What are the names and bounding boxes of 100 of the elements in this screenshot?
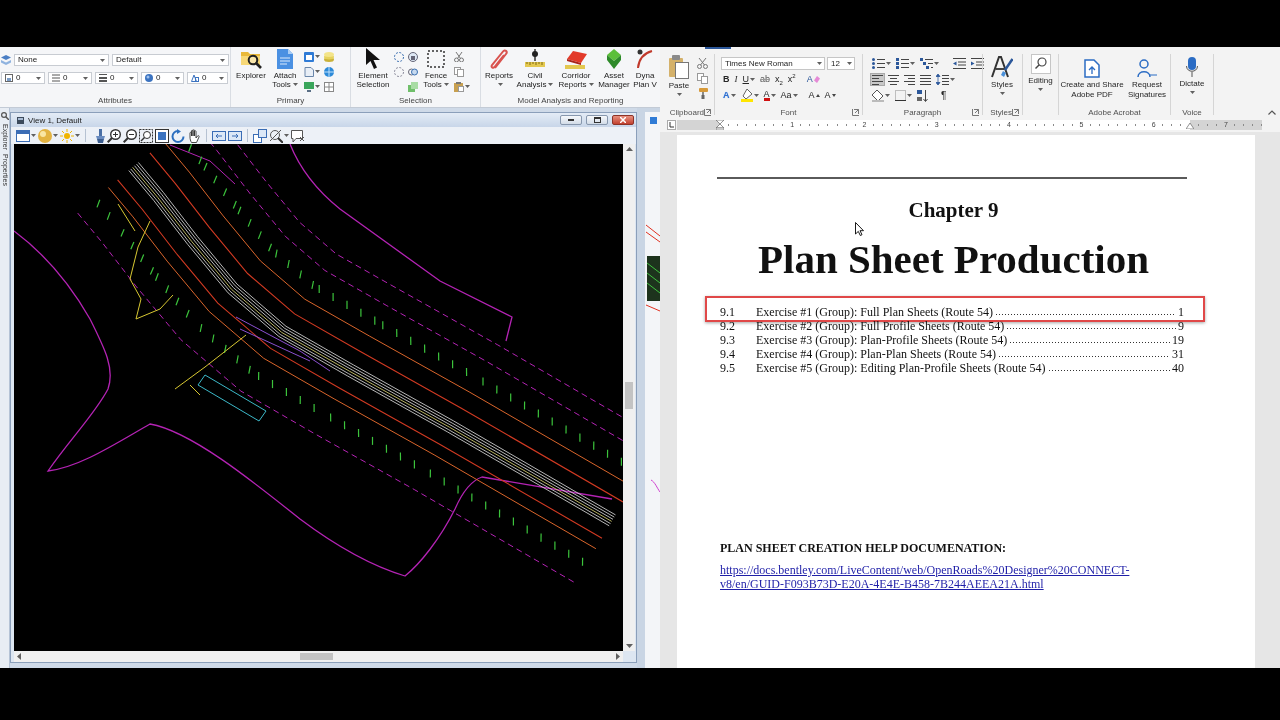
- highlight-button[interactable]: [738, 89, 761, 102]
- dropdown-field[interactable]: 0: [48, 72, 92, 84]
- indent-marker-icon[interactable]: [716, 120, 724, 130]
- dropdown-field[interactable]: 0: [1, 72, 45, 84]
- arrow-up-icon[interactable]: [625, 147, 633, 151]
- dashed-circle-icon: [394, 66, 404, 77]
- show-marks-button[interactable]: ¶: [939, 89, 949, 102]
- shading-button[interactable]: [870, 89, 892, 102]
- editing-button[interactable]: Editing: [1024, 54, 1057, 107]
- scrollbar-thumb[interactable]: [300, 653, 333, 660]
- superscript-button[interactable]: x$^{2}$: [785, 73, 798, 86]
- line-spacing-button[interactable]: [934, 73, 957, 86]
- toolbar-button[interactable]: [291, 128, 305, 143]
- ribbon-button[interactable]: Element Selection: [355, 47, 391, 89]
- paste-button[interactable]: Paste: [664, 55, 694, 107]
- numbering-button[interactable]: [894, 57, 917, 70]
- ribbon-button[interactable]: Explorer: [234, 47, 268, 80]
- tab-selector-icon[interactable]: [667, 120, 676, 130]
- dialog-launcher-icon[interactable]: [704, 109, 711, 116]
- toolbar-button[interactable]: [155, 128, 169, 143]
- ribbon-button[interactable]: Request Signatures: [1125, 59, 1169, 107]
- toolbar-button[interactable]: [107, 128, 121, 143]
- tool-button[interactable]: [394, 51, 404, 62]
- tool-button[interactable]: [324, 81, 334, 92]
- dropdown-field[interactable]: 0: [187, 72, 228, 84]
- change-case-button[interactable]: Aa: [778, 89, 800, 102]
- shrink-font-button[interactable]: A: [822, 89, 838, 102]
- ribbon-button[interactable]: Dyna Plan V: [632, 47, 658, 89]
- close-button[interactable]: [612, 115, 634, 125]
- justify-button[interactable]: [918, 73, 933, 86]
- clear-formatting-button[interactable]: A: [804, 73, 822, 86]
- multilevel-list-button[interactable]: [918, 57, 941, 70]
- tool-button[interactable]: [304, 81, 320, 92]
- subscript-button[interactable]: x$_{2}$: [773, 73, 785, 86]
- align-left-button[interactable]: [870, 73, 885, 86]
- borders-button[interactable]: [893, 89, 914, 102]
- ribbon-button[interactable]: Corridor Reports: [556, 47, 596, 89]
- font-size-field[interactable]: 12: [827, 57, 855, 70]
- ribbon-button[interactable]: Asset Manager: [597, 47, 631, 89]
- toolbar-button[interactable]: [139, 128, 153, 143]
- copy-icon[interactable]: [697, 73, 708, 84]
- dialog-launcher-icon[interactable]: [852, 109, 859, 116]
- toolbar-button[interactable]: [269, 128, 289, 143]
- tool-button[interactable]: [304, 66, 320, 77]
- vertical-scrollbar[interactable]: [623, 144, 635, 651]
- caret-icon: [910, 62, 915, 65]
- clipboard-icon: [454, 81, 464, 92]
- grow-font-button[interactable]: A: [806, 89, 822, 102]
- scissors-icon[interactable]: [697, 58, 708, 69]
- italic-button[interactable]: I: [732, 73, 740, 86]
- paintbrush-icon[interactable]: [697, 88, 708, 99]
- arrow-right-icon[interactable]: [616, 653, 620, 660]
- sort-button[interactable]: [915, 89, 930, 102]
- align-right-button[interactable]: [902, 73, 917, 86]
- collapse-icon[interactable]: [1268, 110, 1276, 115]
- ribbon-button[interactable]: Fence Tools: [421, 47, 451, 89]
- decrease-indent-button[interactable]: [951, 57, 968, 70]
- tool-button[interactable]: [304, 51, 320, 62]
- arrow-left-icon[interactable]: [17, 653, 21, 660]
- gem-icon: [607, 48, 621, 69]
- dropdown-field[interactable]: 0: [95, 72, 138, 84]
- sphere-icon: [145, 74, 153, 82]
- dialog-launcher-icon[interactable]: [972, 109, 979, 116]
- bold-button[interactable]: B: [721, 73, 732, 86]
- ribbon-button[interactable]: Civil Analysis: [515, 47, 555, 89]
- square-icon: [5, 74, 13, 82]
- font-name-field[interactable]: Times New Roman: [721, 57, 825, 70]
- align-center-button[interactable]: [886, 73, 901, 86]
- toolbar-button[interactable]: [187, 128, 201, 143]
- help-link[interactable]: https://docs.bentley.com/LiveContent/web/OpenRoads%20Designer%20CONNECT-v8/en/GUID-F093B73D-E20A-4E4E-B458-7B244AEEA21A.html: [720, 563, 1145, 591]
- search-icon[interactable]: [0, 112, 9, 120]
- text-effects-button[interactable]: A: [721, 89, 738, 102]
- dropdown-field[interactable]: Default: [112, 54, 229, 66]
- ribbon-button[interactable]: Reports: [484, 47, 514, 89]
- tool-button[interactable]: [454, 81, 470, 92]
- tool-button[interactable]: [408, 51, 418, 62]
- toc-title: Exercise #3 (Group): Plan-Profile Sheets (Route 54): [756, 333, 1008, 347]
- dialog-launcher-icon[interactable]: [1012, 109, 1019, 116]
- toc-number: 9.2: [720, 319, 736, 333]
- highlighter-icon: [740, 89, 753, 102]
- horizontal-scrollbar[interactable]: [14, 651, 623, 662]
- dropdown-field[interactable]: 0: [141, 72, 184, 84]
- ribbon-button[interactable]: Attach Tools: [270, 47, 300, 89]
- arrow-down-icon[interactable]: [625, 644, 633, 648]
- dictate-button[interactable]: Dictate: [1172, 57, 1212, 107]
- underline-button[interactable]: U: [740, 73, 757, 86]
- styles-button[interactable]: Styles: [985, 56, 1019, 107]
- bullets-button[interactable]: [870, 57, 893, 70]
- ribbon-button[interactable]: Create and Share Adobe PDF: [1060, 59, 1124, 107]
- paint-bucket-icon: [872, 89, 884, 102]
- increase-indent-button[interactable]: [969, 57, 986, 70]
- scrollbar-thumb[interactable]: [625, 382, 633, 409]
- right-indent-icon[interactable]: [1186, 123, 1194, 129]
- font-color-button[interactable]: A: [761, 89, 778, 102]
- minimize-button[interactable]: [560, 115, 582, 125]
- tool-button[interactable]: [408, 66, 418, 77]
- arrow-pointer-icon: [366, 48, 380, 69]
- dropdown-field[interactable]: None: [14, 54, 109, 66]
- maximize-button[interactable]: [586, 115, 608, 125]
- toolbar-button[interactable]: [123, 128, 137, 143]
